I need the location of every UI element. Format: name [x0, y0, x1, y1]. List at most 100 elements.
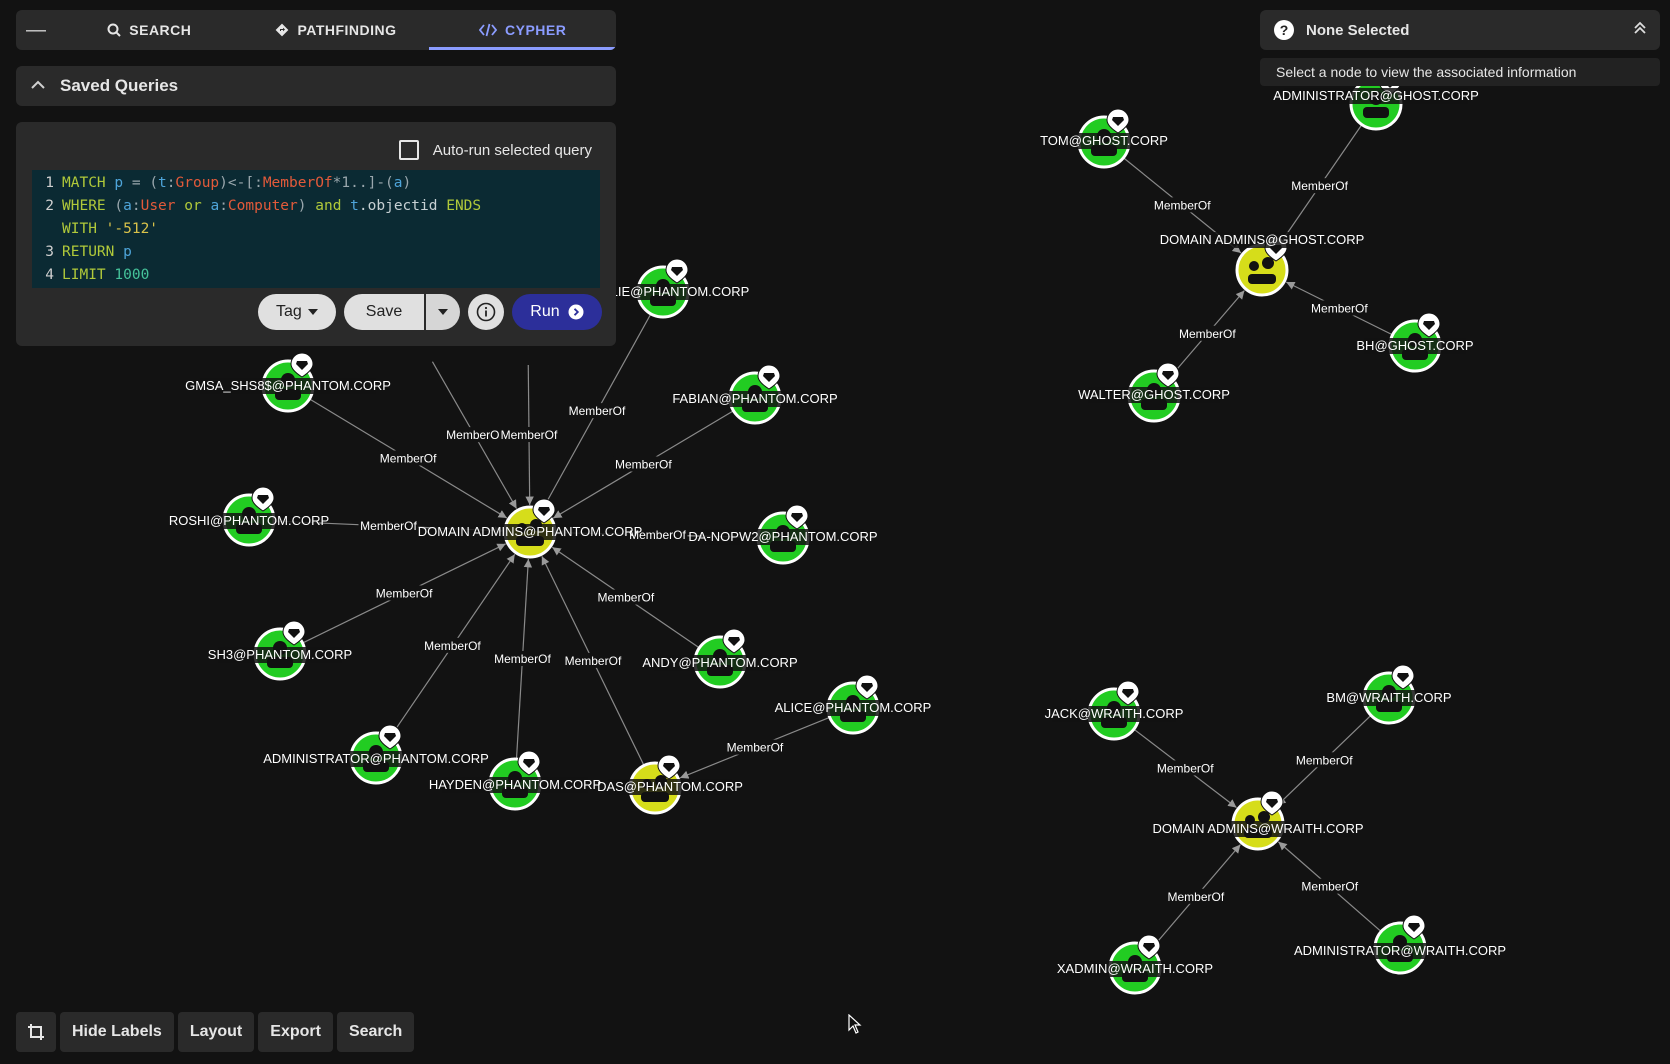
graph-node[interactable]: GMSA_SHS8$@PHANTOM.CORP — [185, 352, 391, 413]
node-label: ALICE@PHANTOM.CORP — [775, 700, 932, 715]
directions-icon — [276, 23, 289, 37]
node-label: JACK@WRAITH.CORP — [1045, 706, 1184, 721]
node-label: SH3@PHANTOM.CORP — [208, 647, 352, 662]
graph-node[interactable]: DAS@PHANTOM.CORP — [597, 754, 743, 815]
info-icon — [476, 302, 496, 322]
edge-label: MemberOf — [424, 639, 481, 653]
layout-button[interactable]: Layout — [177, 1012, 255, 1052]
graph-node[interactable]: ADMINISTRATOR@WRAITH.CORP — [1294, 914, 1506, 975]
tab-cypher-label: CYPHER — [505, 22, 567, 38]
line-number — [32, 218, 62, 241]
saved-queries-title: Saved Queries — [60, 76, 179, 95]
run-button-label: Run — [530, 303, 560, 320]
cypher-editor[interactable]: 1 MATCH p = (t:Group)<-[:MemberOf*1..]-(… — [32, 170, 600, 288]
edge-label: MemberOf — [569, 404, 626, 418]
tab-pathfinding[interactable]: PATHFINDING — [243, 10, 430, 50]
node-label: BM@WRAITH.CORP — [1326, 690, 1451, 705]
save-button-label: Save — [365, 303, 403, 320]
edge-label: MemberOf — [1301, 880, 1358, 894]
edge-label: MemberOf — [1179, 327, 1236, 341]
save-button-group: Save — [343, 294, 461, 330]
autorun-checkbox[interactable] — [398, 140, 419, 160]
graph-node[interactable]: ADMINISTRATOR@PHANTOM.CORP — [263, 724, 489, 785]
autorun-toggle[interactable]: Auto-run selected query — [398, 140, 592, 160]
line-number: 3 — [45, 244, 54, 260]
code-line: 1 MATCH p = (t:Group)<-[:MemberOf*1..]-(… — [32, 172, 600, 195]
saved-queries-header[interactable]: Saved Queries — [16, 66, 616, 106]
node-label: TOM@GHOST.CORP — [1040, 133, 1168, 148]
graph-node[interactable]: LIE@PHANTOM.CORP — [611, 258, 750, 319]
graph-node[interactable]: WALTER@GHOST.CORP — [1078, 362, 1230, 423]
graph-node[interactable]: TOM@GHOST.CORP — [1040, 108, 1168, 169]
graph-node[interactable]: BH@GHOST.CORP — [1356, 312, 1474, 373]
hide-labels-button[interactable]: Hide Labels — [60, 1012, 174, 1052]
cypher-query-panel: Auto-run selected query 1 MATCH p = (t:G… — [16, 122, 616, 346]
code-text: WITH '-512' — [62, 221, 159, 237]
edge-label: MemberOf — [1311, 301, 1368, 315]
code-text: RETURN p — [62, 244, 132, 260]
run-button[interactable]: Run — [512, 294, 602, 330]
collapse-icon[interactable] — [1620, 21, 1660, 40]
edge-label: MemberOf — [446, 428, 503, 442]
code-text: MATCH p = (t:Group)<-[:MemberOf*1..]-(a) — [62, 175, 412, 191]
code-text: LIMIT 1000 — [62, 267, 150, 283]
node-label: DOMAIN ADMINS@PHANTOM.CORP — [418, 524, 643, 539]
explore-tabs: — SEARCH PATHFINDING CYPHER — [16, 10, 616, 50]
node-label: ADMINISTRATOR@GHOST.CORP — [1273, 88, 1479, 103]
fit-to-screen-button[interactable] — [16, 1012, 56, 1052]
edge-label: MemberOf — [1154, 198, 1211, 212]
node-label: LIE@PHANTOM.CORP — [611, 284, 750, 299]
graph-node[interactable]: JACK@WRAITH.CORP — [1045, 680, 1184, 741]
chevron-up-icon — [16, 77, 60, 95]
code-line: WITH '-512' — [32, 218, 600, 241]
node-label: HAYDEN@PHANTOM.CORP — [429, 777, 601, 792]
autorun-label: Auto-run selected query — [432, 141, 592, 159]
edge-label: MemberOf — [376, 586, 433, 600]
edge-label: MemberOf — [1168, 890, 1225, 904]
graph-node[interactable]: DA-NOPW2@PHANTOM.CORP — [688, 504, 878, 565]
graph-node[interactable]: DOMAIN ADMINS@PHANTOM.CORP — [418, 498, 643, 559]
graph-node[interactable]: ALICE@PHANTOM.CORP — [775, 674, 932, 735]
graph-node[interactable]: DOMAIN ADMINS@GHOST.CORP — [1160, 232, 1365, 297]
graph-node[interactable]: BM@WRAITH.CORP — [1326, 664, 1452, 725]
code-icon — [479, 23, 497, 37]
graph-node[interactable]: FABIAN@PHANTOM.CORP — [672, 364, 838, 425]
crop-icon — [28, 1024, 44, 1040]
edge-label: MemberOf — [1157, 761, 1214, 775]
save-button[interactable]: Save — [343, 294, 425, 330]
code-line: 3 RETURN p — [32, 241, 600, 264]
graph-search-button[interactable]: Search — [336, 1012, 415, 1052]
code-line: 2 WHERE (a:User or a:Computer) and t.obj… — [32, 195, 600, 218]
node-label: DOMAIN ADMINS@GHOST.CORP — [1160, 232, 1365, 247]
graph-node[interactable]: XADMIN@WRAITH.CORP — [1057, 934, 1213, 995]
query-info-button[interactable] — [468, 294, 505, 330]
tab-cypher[interactable]: CYPHER — [429, 10, 616, 50]
edge-label: MemberOf — [1291, 179, 1348, 193]
collapse-panel-button[interactable]: — — [16, 10, 56, 50]
tab-search[interactable]: SEARCH — [56, 10, 243, 50]
edge-label: MemberOf — [597, 591, 654, 605]
edge-label: MemberOf — [1296, 753, 1353, 767]
caret-down-icon — [438, 309, 449, 315]
export-button[interactable]: Export — [258, 1012, 333, 1052]
edge-label: MemberOf — [727, 741, 784, 755]
tag-button[interactable]: Tag — [258, 294, 336, 330]
tag-button-label: Tag — [276, 303, 302, 320]
graph-toolbar: Hide Labels Layout Export Search — [16, 1012, 415, 1052]
graph-node[interactable]: ANDY@PHANTOM.CORP — [642, 628, 798, 689]
node-label: GMSA_SHS8$@PHANTOM.CORP — [185, 378, 391, 393]
save-options-button[interactable] — [426, 294, 461, 330]
graph-node[interactable]: ROSHI@PHANTOM.CORP — [169, 486, 329, 547]
node-label: ADMINISTRATOR@WRAITH.CORP — [1294, 943, 1506, 958]
mouse-cursor-icon — [848, 1014, 862, 1034]
node-label: DAS@PHANTOM.CORP — [597, 779, 743, 794]
caret-down-icon — [307, 309, 318, 315]
tab-pathfinding-label: PATHFINDING — [297, 22, 397, 38]
node-label: ADMINISTRATOR@PHANTOM.CORP — [263, 751, 489, 766]
code-line: 4 LIMIT 1000 — [32, 264, 600, 287]
node-label: ANDY@PHANTOM.CORP — [642, 655, 797, 670]
node-label: XADMIN@WRAITH.CORP — [1057, 961, 1213, 976]
node-label: FABIAN@PHANTOM.CORP — [672, 391, 837, 406]
entity-info-panel-header[interactable]: ? None Selected — [1260, 10, 1660, 50]
graph-node[interactable]: DOMAIN ADMINS@WRAITH.CORP — [1152, 790, 1364, 851]
